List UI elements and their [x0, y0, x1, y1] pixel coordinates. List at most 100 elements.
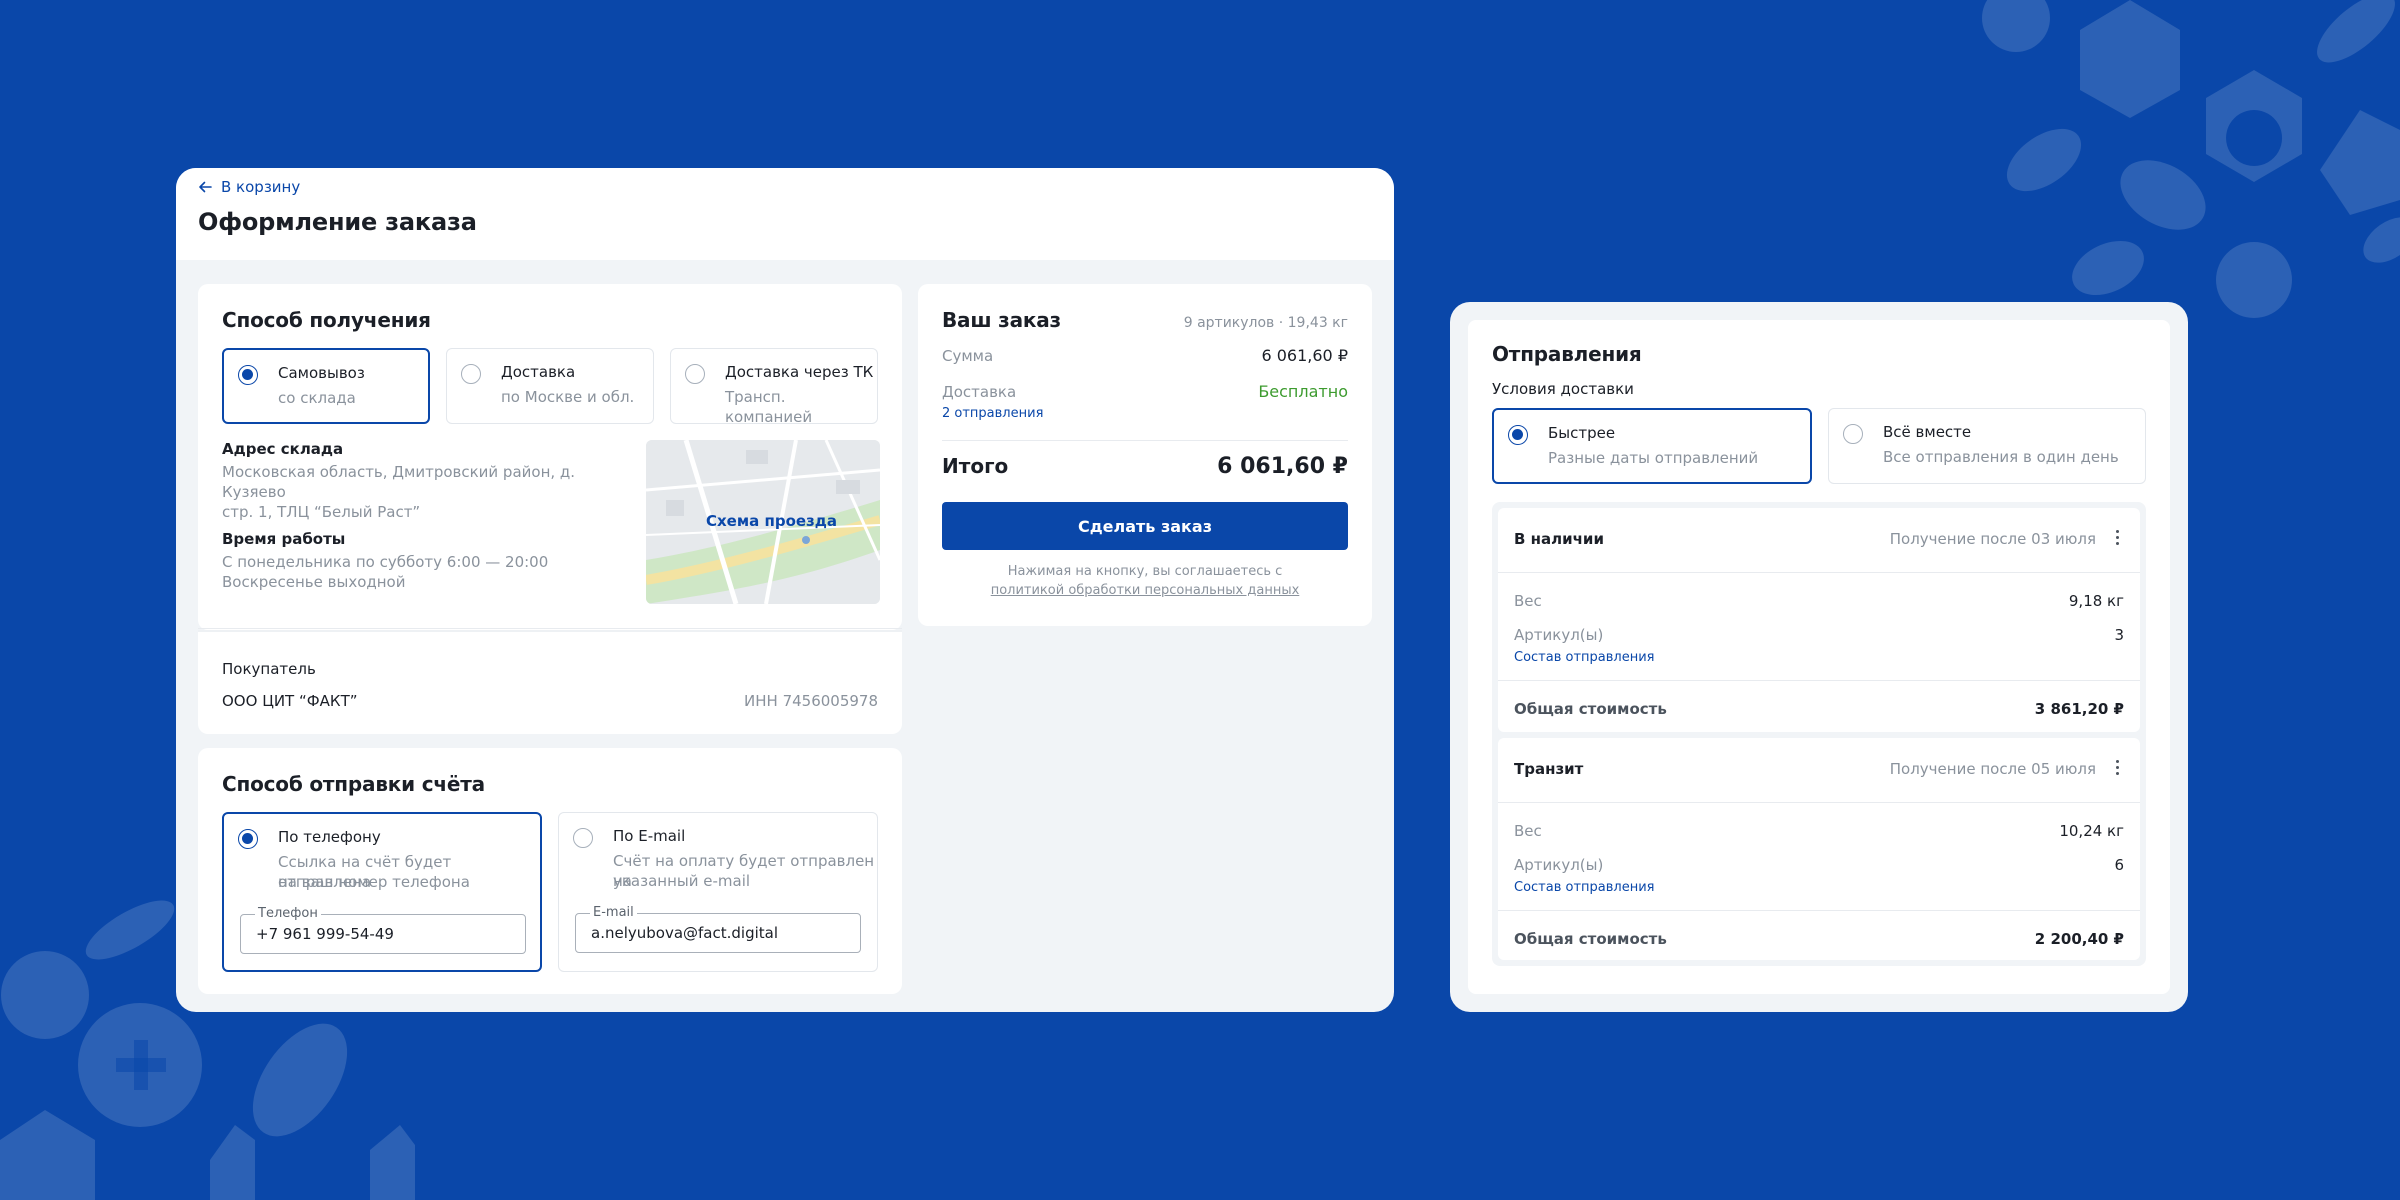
shipment-card-transit: Транзит Получение после 05 июля Вес 10,2… [1498, 738, 2140, 960]
option-faster-sub: Разные даты отправлений [1548, 449, 1759, 467]
shipment-total-value: 2 200,40 ₽ [2034, 930, 2124, 948]
option-pickup[interactable]: Самовывоз со склада [222, 348, 430, 424]
place-order-button[interactable]: Сделать заказ [942, 502, 1348, 550]
buyer-name: ООО ЦИТ “ФАКТ” [222, 692, 358, 710]
warehouse-info: Адрес склада Московская область, Дмитров… [222, 440, 622, 592]
option-all-together-sub: Все отправления в один день [1883, 448, 2119, 466]
total-label: Итого [942, 454, 1009, 478]
checkout-card: В корзину Оформление заказа Способ получ… [176, 168, 1394, 1012]
shipment-status: Транзит [1514, 760, 1584, 778]
weight-label: Вес [1514, 822, 1542, 840]
shipment-divider [1498, 572, 2140, 573]
buyer-inn: ИНН 7456005978 [744, 692, 878, 710]
address-line-2: стр. 1, ТЛЦ “Белый Раст” [222, 503, 421, 521]
arrow-left-icon [199, 181, 212, 193]
option-invoice-phone[interactable]: По телефону Ссылка на счёт будет отправл… [222, 812, 542, 972]
panel-divider [198, 628, 902, 629]
checkout-header: В корзину Оформление заказа [176, 168, 1394, 260]
buyer-panel: Покупатель ООО ЦИТ “ФАКТ” ИНН 7456005978 [198, 630, 902, 734]
shipments-panel: Отправления Условия доставки Быстрее Раз… [1468, 320, 2170, 994]
option-faster[interactable]: Быстрее Разные даты отправлений [1492, 408, 1812, 484]
option-all-together[interactable]: Всё вместе Все отправления в один день [1828, 408, 2146, 484]
articles-value: 6 [2114, 856, 2124, 874]
consent-text: Нажимая на кнопку, вы соглашаетесь с [1007, 564, 1283, 579]
phone-field-value[interactable]: +7 961 999-54-49 [256, 925, 394, 943]
shipment-divider [1498, 802, 2140, 803]
delivery-method-title: Способ получения [222, 308, 431, 332]
delivery-value: Бесплатно [1258, 382, 1348, 401]
order-title: Ваш заказ [942, 308, 1061, 332]
option-delivery[interactable]: Доставка по Москве и обл. [446, 348, 654, 424]
shipment-card-in-stock: В наличии Получение после 03 июля Вес 9,… [1498, 508, 2140, 732]
email-field-label: E-mail [590, 905, 637, 920]
phone-field-label: Телефон [255, 906, 321, 921]
invoice-method-title: Способ отправки счёта [222, 772, 485, 796]
option-transport-company-label: Доставка через ТК [725, 363, 874, 381]
shipment-contents-link[interactable]: Состав отправления [1514, 880, 1655, 895]
order-meta: 9 артикулов · 19,43 кг [1183, 315, 1348, 331]
radio-transport-company[interactable] [685, 364, 705, 384]
shipment-total-value: 3 861,20 ₽ [2034, 700, 2124, 718]
option-delivery-sub: по Москве и обл. [501, 388, 635, 406]
radio-invoice-email[interactable] [573, 828, 593, 848]
total-value: 6 061,60 ₽ [1217, 454, 1348, 479]
more-vertical-icon[interactable] [2116, 530, 2120, 545]
email-field[interactable]: E-mail a.nelyubova@fact.digital [575, 905, 861, 953]
shipment-divider [1498, 910, 2140, 911]
option-all-together-label: Всё вместе [1883, 423, 1972, 441]
radio-faster[interactable] [1508, 425, 1528, 445]
option-pickup-label: Самовывоз [278, 364, 365, 382]
articles-value: 3 [2114, 626, 2124, 644]
shipment-status: В наличии [1514, 530, 1604, 548]
shipment-pickup-date: Получение после 03 июля [1889, 530, 2096, 548]
hours-line-2: Воскресенье выходной [222, 573, 406, 591]
order-summary-panel: Ваш заказ 9 артикулов · 19,43 кг Сумма 6… [918, 284, 1372, 626]
weight-label: Вес [1514, 592, 1542, 610]
radio-delivery[interactable] [461, 364, 481, 384]
email-field-value[interactable]: a.nelyubova@fact.digital [591, 924, 778, 942]
option-invoice-email[interactable]: По E-mail Счёт на оплату будет отправлен… [558, 812, 878, 972]
order-divider [942, 440, 1348, 441]
option-invoice-email-sub-2: указанный e-mail [613, 872, 751, 890]
phone-field[interactable]: Телефон +7 961 999-54-49 [240, 906, 526, 954]
option-invoice-phone-label: По телефону [278, 828, 381, 846]
delivery-label: Доставка [942, 383, 1017, 401]
option-invoice-email-label: По E-mail [613, 827, 686, 845]
shipments-title: Отправления [1492, 342, 1642, 366]
shipments-card: Отправления Условия доставки Быстрее Раз… [1450, 302, 2188, 1012]
map-label[interactable]: Схема проезда [706, 512, 837, 530]
address-heading: Адрес склада [222, 440, 344, 458]
sum-label: Сумма [942, 347, 994, 365]
back-to-cart-label[interactable]: В корзину [221, 178, 300, 196]
shipments-count-link[interactable]: 2 отправления [942, 406, 1043, 421]
hours-heading: Время работы [222, 530, 346, 548]
shipment-divider [1498, 680, 2140, 681]
hours-line-1: С понедельника по субботу 6:00 — 20:00 [222, 553, 549, 571]
option-faster-label: Быстрее [1548, 424, 1616, 442]
radio-invoice-phone[interactable] [238, 829, 258, 849]
shipments-list: В наличии Получение после 03 июля Вес 9,… [1492, 502, 2146, 966]
articles-label: Артикул(ы) [1514, 626, 1604, 644]
more-vertical-icon[interactable] [2116, 760, 2120, 775]
option-pickup-sub: со склада [278, 389, 356, 407]
buyer-heading: Покупатель [222, 660, 316, 678]
option-transport-company[interactable]: Доставка через ТК Трансп. компанией [670, 348, 878, 426]
shipment-pickup-date: Получение после 05 июля [1889, 760, 2096, 778]
option-invoice-phone-sub-2: на ваш номер телефона [278, 873, 470, 891]
radio-pickup[interactable] [238, 365, 258, 385]
articles-label: Артикул(ы) [1514, 856, 1604, 874]
back-to-cart-link[interactable]: В корзину [198, 168, 1372, 196]
shipment-contents-link[interactable]: Состав отправления [1514, 650, 1655, 665]
weight-value: 9,18 кг [2068, 592, 2124, 610]
shipment-total-label: Общая стоимость [1514, 930, 1667, 948]
sum-value: 6 061,60 ₽ [1261, 346, 1348, 365]
privacy-policy-link[interactable]: политикой обработки персональных данных [918, 583, 1372, 598]
warehouse-map[interactable]: Схема проезда [646, 440, 880, 604]
weight-value: 10,24 кг [2059, 822, 2124, 840]
delivery-method-panel: Способ получения Самовывоз со склада Дос… [198, 284, 902, 630]
page-title: Оформление заказа [198, 208, 477, 236]
delivery-conditions-label: Условия доставки [1492, 380, 1634, 398]
option-transport-company-sub: Трансп. компанией [725, 388, 813, 426]
shipment-total-label: Общая стоимость [1514, 700, 1667, 718]
radio-all-together[interactable] [1843, 424, 1863, 444]
